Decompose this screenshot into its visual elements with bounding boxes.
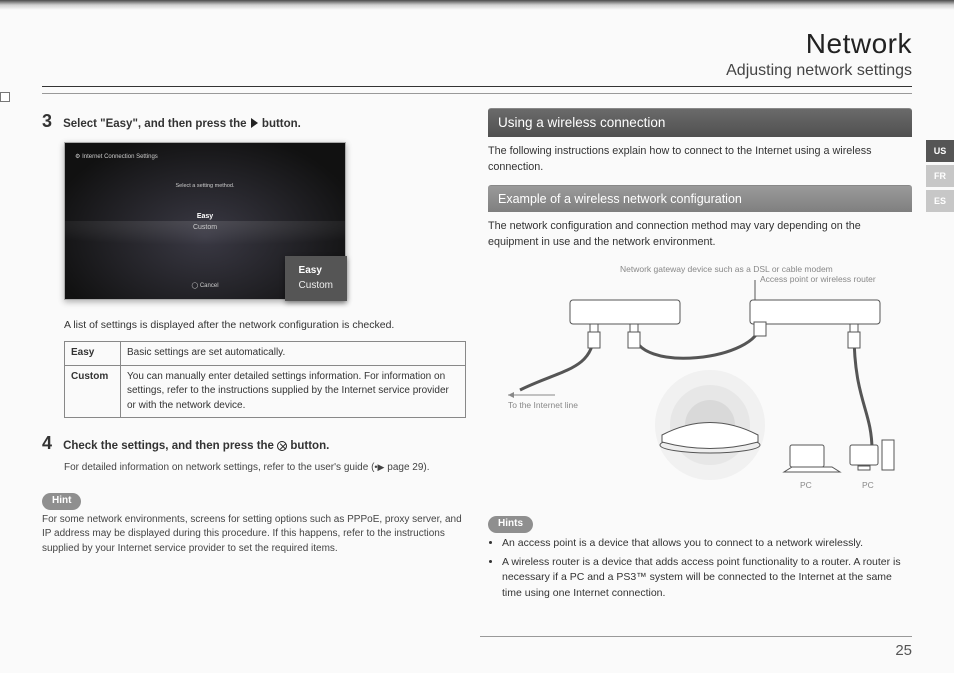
- step-4: 4 Check the settings, and then press the…: [42, 430, 466, 475]
- left-column: 3 Select "Easy", and then press the butt…: [42, 108, 466, 605]
- table-row: Custom You can manually enter detailed s…: [65, 365, 466, 418]
- section-wireless-para: The following instructions explain how t…: [488, 143, 912, 175]
- cell-easy-label: Easy: [65, 342, 121, 366]
- cell-easy-desc: Basic settings are set automatically.: [121, 342, 466, 366]
- step-number: 3: [42, 108, 60, 134]
- ap-label: Access point or wireless router: [760, 274, 876, 284]
- desktop-icon: [850, 440, 894, 470]
- footer-rule: [480, 636, 912, 637]
- internet-line-label: To the Internet line: [508, 400, 578, 410]
- lang-tab-us[interactable]: US: [926, 140, 954, 162]
- ss-cancel: ◯ Cancel: [191, 282, 218, 291]
- page-title: Network: [42, 28, 912, 60]
- list-item: A wireless router is a device that adds …: [502, 555, 912, 602]
- step-3-text: Select "Easy", and then press the button…: [63, 118, 301, 130]
- network-diagram: Network gateway device such as a DSL or …: [488, 260, 912, 500]
- step-4-text: Check the settings, and then press the b…: [63, 440, 329, 452]
- lang-tab-fr[interactable]: FR: [926, 165, 954, 187]
- list-item: An access point is a device that allows …: [502, 536, 912, 552]
- right-column: Using a wireless connection The followin…: [488, 108, 912, 605]
- gateway-label: Network gateway device such as a DSL or …: [620, 264, 833, 274]
- step-3: 3 Select "Easy", and then press the butt…: [42, 108, 466, 134]
- settings-screenshot: ⚙ Internet Connection Settings Select a …: [64, 142, 346, 300]
- page-subtitle: Adjusting network settings: [42, 62, 912, 80]
- settings-table: Easy Basic settings are set automaticall…: [64, 341, 466, 418]
- step-4-subtext: For detailed information on network sett…: [64, 460, 466, 475]
- cell-custom-label: Custom: [65, 365, 121, 418]
- section-wireless-connection: Using a wireless connection: [488, 108, 912, 137]
- hints-label: Hints: [488, 516, 533, 533]
- laptop-icon: [784, 445, 840, 472]
- hint-label: Hint: [42, 493, 81, 510]
- ref-arrow-icon: •▶: [374, 462, 384, 472]
- language-tabs: US FR ES: [926, 140, 954, 212]
- section-example-config: Example of a wireless network configurat…: [488, 185, 912, 212]
- page-number: 25: [895, 642, 912, 659]
- table-row: Easy Basic settings are set automaticall…: [65, 342, 466, 366]
- cell-custom-desc: You can manually enter detailed settings…: [121, 365, 466, 418]
- hints-list: An access point is a device that allows …: [502, 536, 912, 602]
- screenshot-callout: Easy Custom: [285, 256, 347, 301]
- ss-option-custom: Custom: [193, 222, 217, 233]
- hint-text: For some network environments, screens f…: [42, 513, 466, 557]
- step-number: 4: [42, 430, 60, 456]
- x-button-icon: [277, 441, 287, 451]
- step-3-caption: A list of settings is displayed after th…: [64, 318, 466, 333]
- play-icon: [251, 118, 258, 128]
- section-example-para: The network configuration and connection…: [488, 218, 912, 250]
- pc-label-2: PC: [862, 480, 874, 490]
- pc-label-1: PC: [800, 480, 812, 490]
- lang-tab-es[interactable]: ES: [926, 190, 954, 212]
- ss-option-easy: Easy: [193, 211, 217, 222]
- header-divider: [42, 93, 912, 94]
